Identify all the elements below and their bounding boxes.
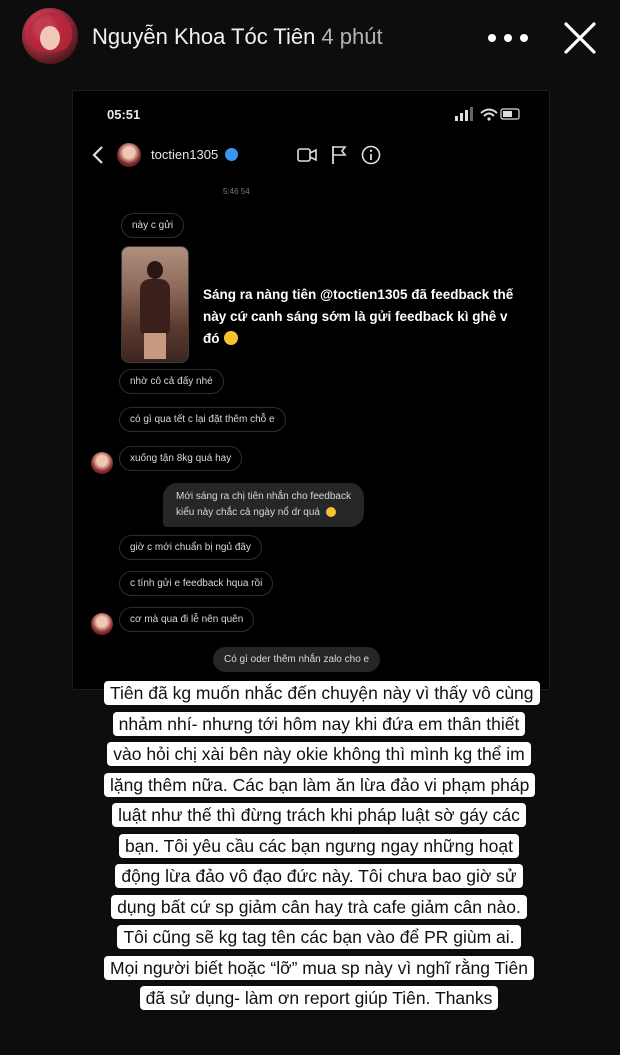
caption-text: Sáng ra nàng tiên @toctien1305 đã feedba… [203, 287, 514, 346]
status-time: 05:51 [107, 107, 141, 122]
dm-username[interactable]: toctien1305 [151, 147, 218, 162]
story-username[interactable]: Nguyễn Khoa Tóc Tiên [92, 24, 315, 49]
message-bubble-me: Mới sáng ra chị tiên nhắn cho feedback k… [163, 483, 364, 527]
message-avatar [91, 452, 113, 474]
story-username-line[interactable]: Nguyễn Khoa Tóc Tiên 4 phút [92, 24, 383, 50]
avatar[interactable] [22, 8, 78, 64]
message-bubble: cơ mà qua đi lễ nên quên [119, 607, 255, 632]
message-line: Mới sáng ra chị tiên nhắn cho feedback [176, 491, 351, 502]
story-caption: Sáng ra nàng tiên @toctien1305 đã feedba… [203, 284, 523, 350]
message-bubble: có gì qua tết c lại đặt thêm chỗ e [119, 407, 286, 432]
status-icons [455, 107, 520, 121]
message-bubble-me: Có gì oder thêm nhắn zalo cho e [213, 647, 381, 672]
smirk-emoji-icon [223, 331, 238, 345]
back-icon[interactable] [91, 145, 105, 165]
message-bubble: này c gửi [121, 213, 185, 238]
more-options-icon[interactable] [488, 24, 528, 52]
story-statement: Tiên đã kg muốn nhắc đến chuyện này vì t… [104, 678, 540, 1014]
statement-text: Tiên đã kg muốn nhắc đến chuyện này vì t… [104, 681, 540, 1010]
info-icon[interactable] [361, 145, 381, 165]
dm-avatar[interactable] [117, 143, 141, 167]
message-line-with-emoji: kiểu này chắc cả ngày nổ dr quá [176, 505, 351, 521]
story-header: Nguyễn Khoa Tóc Tiên 4 phút [0, 0, 620, 80]
message-bubble: c tính gửi e feedback hqua rồi [119, 571, 274, 596]
dm-screenshot: 05:51 toctien1305 5:46 54 này c gửi Sáng… [72, 90, 550, 690]
video-call-icon[interactable] [297, 147, 317, 163]
emoji-icon [325, 507, 336, 517]
message-avatar [91, 613, 113, 635]
message-bubble: nhờ cô cả đấy nhé [119, 369, 224, 394]
story-time-ago: 4 phút [321, 24, 383, 49]
close-icon[interactable] [560, 18, 600, 58]
dm-timestamp: 5:46 54 [223, 187, 250, 196]
dm-header: toctien1305 [73, 135, 549, 175]
message-bubble: giờ c mới chuẩn bị ngủ đây [119, 535, 262, 560]
message-line: kiểu này chắc cả ngày nổ dr quá [176, 507, 320, 518]
flag-icon[interactable] [331, 145, 347, 165]
photo-message[interactable] [121, 246, 189, 363]
message-bubble: xuống tận 8kg quá hay [119, 446, 243, 471]
verified-badge-icon [225, 148, 238, 161]
